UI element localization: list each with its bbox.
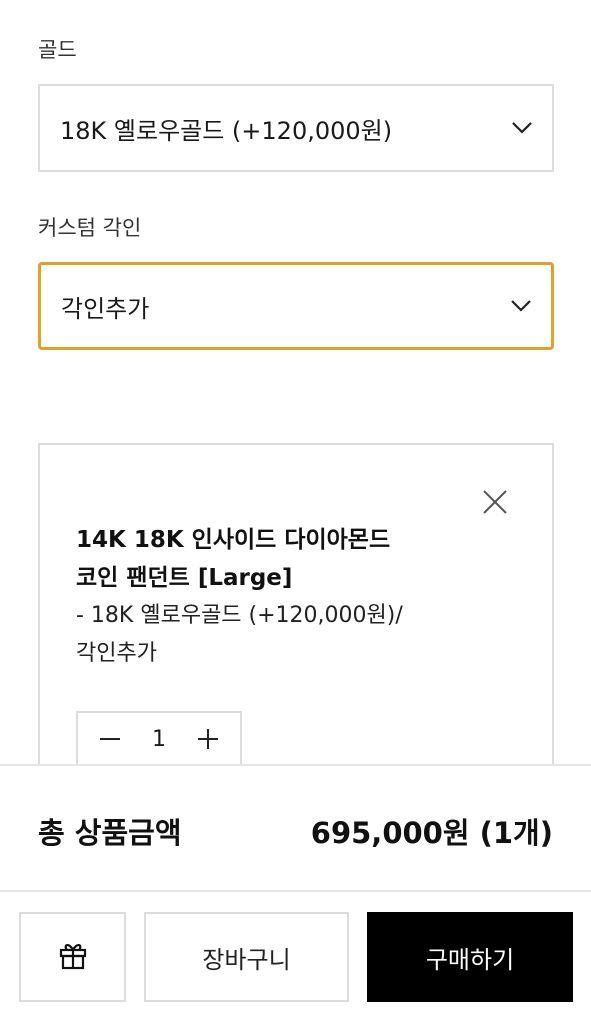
minus-icon[interactable] [98,727,122,751]
close-icon[interactable] [482,489,508,515]
gold-option-label: 골드 [38,38,77,62]
item-options: - 18K 옐로우골드 (+120,000원)/각인추가 [76,603,403,666]
gift-icon [57,939,89,975]
divider [0,890,591,892]
item-title: 14K 18K 인사이드 다이아몬드 코인 팬던트 [Large] [76,527,391,591]
total-value: 695,000원 (1개) [310,816,553,850]
gold-select-value: 18K 옐로우골드 (+120,000원) [60,116,393,145]
engraving-select-value: 각인추가 [61,294,150,323]
gift-button[interactable] [19,912,126,1002]
quantity-stepper: 1 [76,711,242,767]
total-row: 총 상품금액 695,000원 (1개) [38,806,553,856]
engraving-select[interactable]: 각인추가 [38,262,554,350]
total-label: 총 상품금액 [38,816,182,850]
quantity-value: 1 [152,726,166,752]
engraving-option-label: 커스텀 각인 [38,216,142,240]
buy-now-button[interactable]: 구매하기 [367,912,573,1002]
plus-icon[interactable] [196,727,220,751]
purchase-bar: 총 상품금액 695,000원 (1개) 장바구니 구매하기 [0,764,591,1024]
chevron-down-icon [509,294,533,318]
gold-select[interactable]: 18K 옐로우골드 (+120,000원) [38,84,554,172]
add-to-cart-button[interactable]: 장바구니 [144,912,349,1002]
chevron-down-icon [510,116,534,140]
